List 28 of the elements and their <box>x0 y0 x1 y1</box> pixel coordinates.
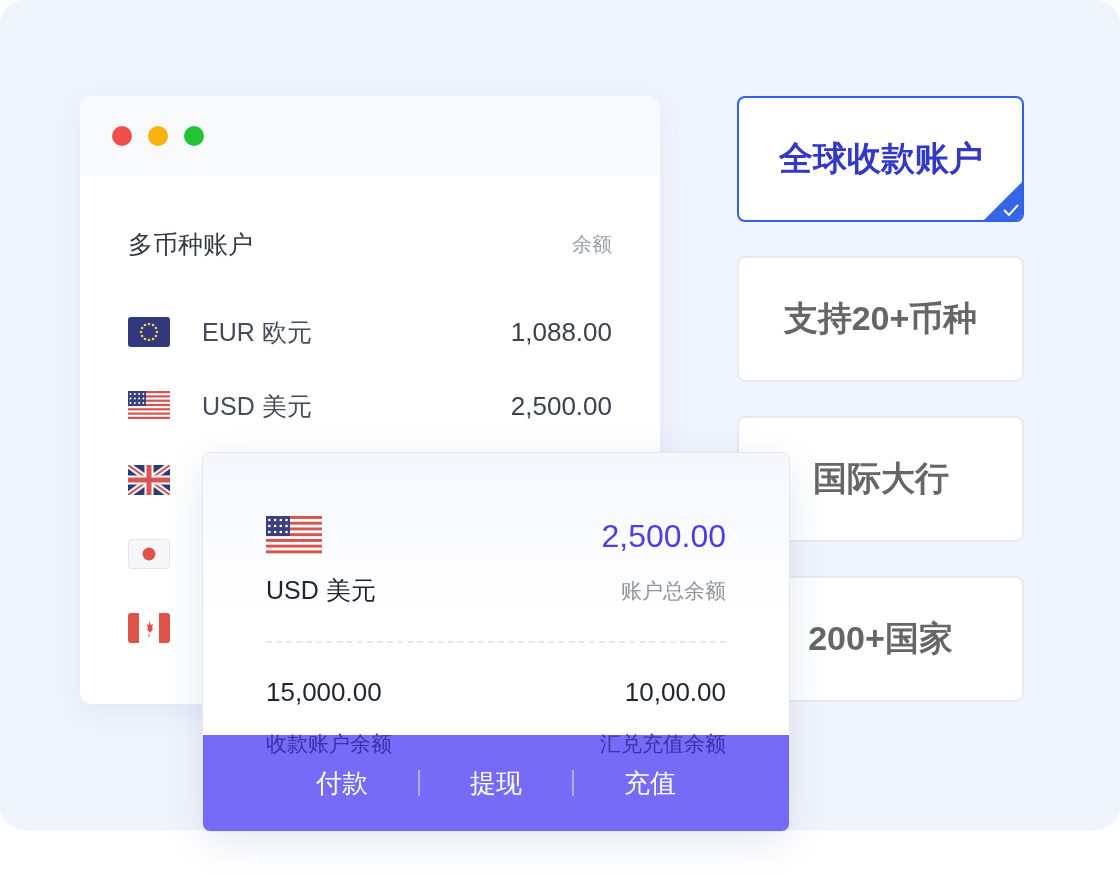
action-button[interactable]: 付款 <box>266 765 418 801</box>
window-title: 多币种账户 <box>128 229 253 260</box>
total-label: 账户总余额 <box>621 577 726 604</box>
exchange-amount: 10,00.00 <box>624 677 726 708</box>
eu-flag-icon <box>128 317 170 347</box>
us-flag-icon <box>266 516 322 556</box>
minimize-dot[interactable] <box>148 126 168 146</box>
total-amount: 2,500.00 <box>601 517 726 555</box>
receive-amount: 15,000.00 <box>266 677 382 708</box>
currency-name: USD 美元 <box>202 390 313 422</box>
close-dot[interactable] <box>112 126 132 146</box>
uk-flag-icon <box>128 465 170 495</box>
feature-option[interactable]: 支持20+币种 <box>737 256 1024 382</box>
currency-amount: 1,088.00 <box>510 316 612 348</box>
currency-name: EUR 欧元 <box>202 316 313 348</box>
check-icon <box>984 182 1022 220</box>
receive-label: 收款账户余额 <box>266 731 392 757</box>
feature-option[interactable]: 全球收款账户 <box>737 96 1024 222</box>
balance-header: 余额 <box>572 232 612 257</box>
us-flag-icon <box>128 391 170 421</box>
currency-name: USD 美元 <box>266 575 376 606</box>
maximize-dot[interactable] <box>184 126 204 146</box>
canada-flag-icon <box>128 613 170 643</box>
currency-amount: 2,500.00 <box>510 390 612 422</box>
action-button[interactable]: 充值 <box>574 765 726 801</box>
action-button[interactable]: 提现 <box>420 765 572 801</box>
exchange-label: 汇兑充值余额 <box>600 731 726 757</box>
japan-flag-icon <box>128 539 170 569</box>
